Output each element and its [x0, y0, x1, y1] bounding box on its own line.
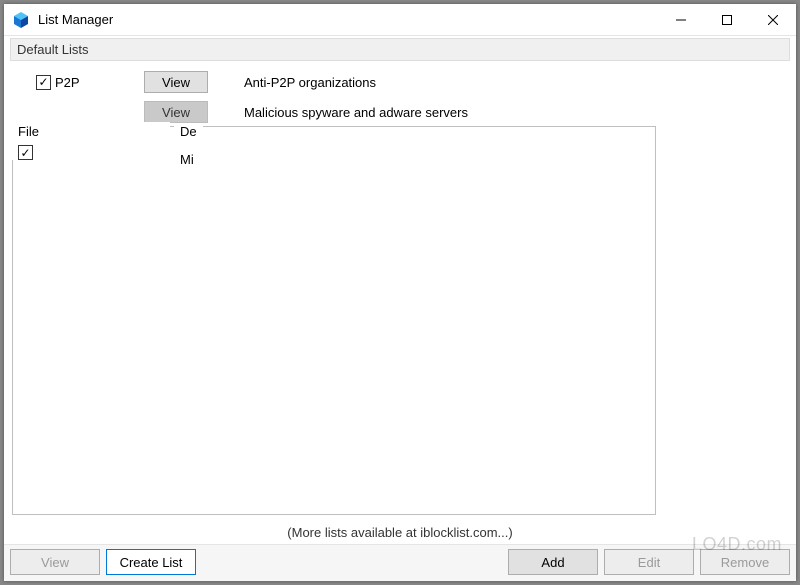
maximize-button[interactable] — [704, 4, 750, 35]
bottom-view-button[interactable]: View — [10, 549, 100, 575]
create-list-button[interactable]: Create List — [106, 549, 196, 575]
file-menu-overlay: File — [10, 122, 170, 160]
add-button[interactable]: Add — [508, 549, 598, 575]
edit-button[interactable]: Edit — [604, 549, 694, 575]
menu-file[interactable]: File — [14, 122, 166, 141]
partial-text-de: De — [174, 124, 203, 139]
list-row: P2P View Anti-P2P organizations — [14, 67, 786, 97]
view-button[interactable]: View — [144, 71, 208, 93]
window-controls — [658, 4, 796, 35]
title-bar: List Manager — [4, 4, 796, 36]
app-cube-icon — [12, 11, 30, 29]
list-description: Malicious spyware and adware servers — [244, 105, 786, 120]
app-window: List Manager Default Lists P2P — [4, 4, 796, 581]
overlay-checkbox[interactable] — [18, 145, 33, 160]
list-description: Anti-P2P organizations — [244, 75, 786, 90]
window-title: List Manager — [38, 12, 658, 27]
bottom-toolbar: View Create List Add Edit Remove — [4, 544, 796, 581]
remove-button[interactable]: Remove — [700, 549, 790, 575]
checkbox-label: P2P — [55, 75, 80, 90]
checkbox-p2p[interactable] — [36, 75, 51, 90]
partial-text-mi: Mi — [174, 152, 200, 167]
footer-note: (More lists available at iblocklist.com.… — [4, 525, 796, 540]
minimize-button[interactable] — [658, 4, 704, 35]
group-header: Default Lists — [10, 38, 790, 61]
view-button[interactable]: View — [144, 101, 208, 123]
close-button[interactable] — [750, 4, 796, 35]
listview-panel — [12, 126, 656, 515]
